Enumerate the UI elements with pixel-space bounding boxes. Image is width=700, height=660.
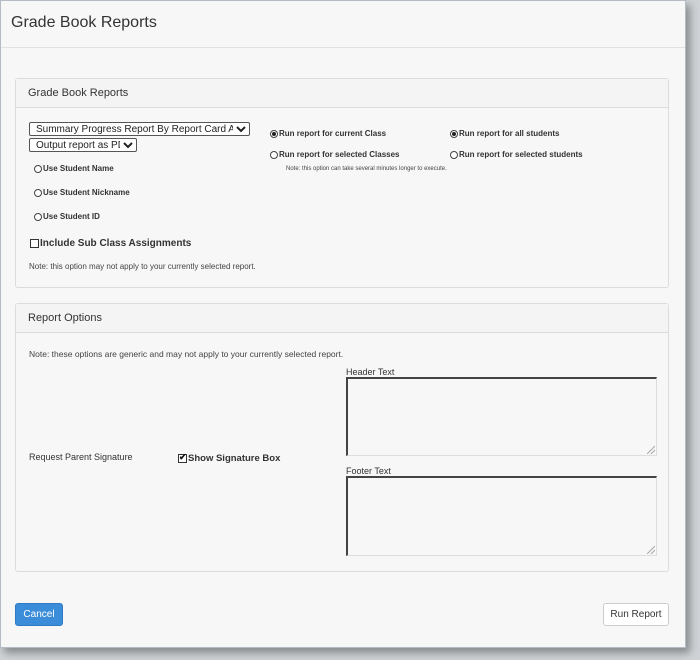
radio-label: Run report for current Class <box>279 129 387 138</box>
panel-heading-text: Grade Book Reports <box>28 87 129 99</box>
run-report-button[interactable]: Run Report <box>603 603 669 626</box>
dialog-title-bar: Grade Book Reports <box>1 1 685 48</box>
radio-label: Use Student Name <box>43 164 114 173</box>
panel-heading: Grade Book Reports <box>16 79 668 108</box>
options-note: Note: these options are generic and may … <box>29 349 344 359</box>
radio-indicator[interactable] <box>34 212 42 221</box>
radio-indicator[interactable] <box>270 129 278 138</box>
header-text-label: Header Text <box>346 367 395 377</box>
report-type-select[interactable]: Summary Progress Report By Report Card A… <box>29 122 250 136</box>
radio-label: Use Student ID <box>43 212 100 221</box>
parent-signature-label: Request Parent Signature <box>29 452 133 462</box>
radio-indicator[interactable] <box>270 150 278 159</box>
dialog-title: Grade Book Reports <box>11 14 157 31</box>
radio-label: Run report for selected Classes <box>279 150 400 159</box>
radio-label: Use Student Nickname <box>43 188 130 197</box>
radio-all-students[interactable]: Run report for all students <box>450 129 559 138</box>
header-resize-handle[interactable] <box>647 446 655 454</box>
grade-book-reports-dialog: Grade Book Reports Grade Book Reports Su… <box>0 0 686 648</box>
checkbox-label: Include Sub Class Assignments <box>40 238 192 249</box>
checkbox-indicator[interactable] <box>30 239 39 248</box>
selected-classes-note: Note: this option can take several minut… <box>286 166 447 172</box>
footer-text-input[interactable] <box>346 476 657 556</box>
radio-indicator[interactable] <box>450 150 458 159</box>
radio-use-student-nickname[interactable]: Use Student Nickname <box>34 188 130 197</box>
output-format-select[interactable]: Output report as PDF <box>29 138 137 152</box>
checkbox-label: Show Signature Box <box>188 453 281 464</box>
grade-book-reports-panel: Grade Book Reports Summary Progress Repo… <box>15 78 669 288</box>
footer-text-label: Footer Text <box>346 466 391 476</box>
radio-use-student-name[interactable]: Use Student Name <box>34 164 114 173</box>
radio-selected-students[interactable]: Run report for selected students <box>450 150 583 159</box>
panel-heading-text: Report Options <box>28 312 102 324</box>
sub-class-note: Note: this option may not apply to your … <box>29 262 256 271</box>
include-sub-class-checkbox[interactable]: Include Sub Class Assignments <box>30 238 191 249</box>
footer-resize-handle[interactable] <box>647 546 655 554</box>
radio-indicator[interactable] <box>450 129 458 138</box>
report-options-panel: Report Options Note: these options are g… <box>15 303 669 572</box>
radio-use-student-id[interactable]: Use Student ID <box>34 212 100 221</box>
radio-indicator[interactable] <box>34 164 42 173</box>
radio-indicator[interactable] <box>34 188 42 197</box>
show-signature-box-checkbox[interactable]: Show Signature Box <box>178 452 281 464</box>
radio-label: Run report for selected students <box>459 150 583 159</box>
radio-selected-classes[interactable]: Run report for selected Classes <box>270 150 399 159</box>
cancel-button[interactable]: Cancel <box>15 603 63 626</box>
panel-heading: Report Options <box>16 304 668 333</box>
header-text-input[interactable] <box>346 377 657 456</box>
checkbox-indicator[interactable] <box>178 452 187 463</box>
radio-current-class[interactable]: Run report for current Class <box>270 129 386 138</box>
radio-label: Run report for all students <box>459 129 560 138</box>
